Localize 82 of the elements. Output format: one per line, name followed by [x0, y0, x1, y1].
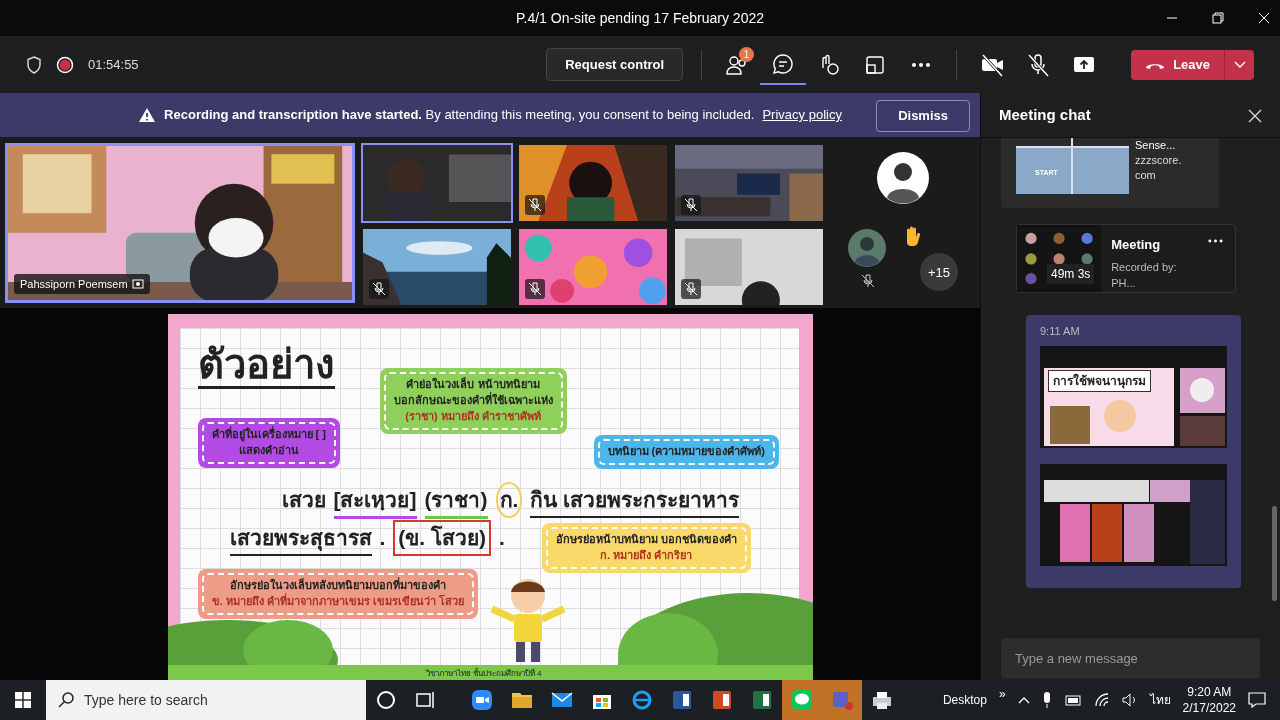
chat-icon — [772, 52, 795, 75]
slide-text: เสวย — [281, 487, 326, 513]
leave-button[interactable]: Leave — [1131, 49, 1224, 80]
request-control-button[interactable]: Request control — [546, 47, 684, 82]
callout-text: อักษรย่อในวงเล็บหลังบทนิยามบอกที่มาของคำ — [228, 578, 447, 593]
notification-icon[interactable] — [1248, 692, 1266, 708]
slide-footer: วิชาภาษาไทย ชั้นประถมศึกษาปีที่ 4 — [425, 670, 542, 678]
caret-icon — [1233, 60, 1246, 69]
close-icon — [1248, 108, 1262, 123]
avatar — [877, 152, 929, 205]
recording-card[interactable]: 49m 3s Meeting Recorded by: PH... — [1016, 224, 1236, 293]
window-icon — [864, 53, 887, 76]
count-badge: 1 — [739, 46, 755, 62]
slide-title: ตัวอย่าง — [197, 342, 335, 389]
meeting-timer: 01:54:55 — [88, 55, 139, 74]
muted-microphone-icon — [371, 281, 387, 298]
close-icon[interactable] — [1258, 12, 1270, 24]
warning-icon — [138, 107, 157, 124]
callout-text: อักษรย่อหน้าบทนิยาม บอกชนิดของคำ — [555, 532, 737, 547]
privacy-policy-link[interactable]: Privacy policy — [762, 105, 842, 125]
callout-text: คำที่อยู่ในเครื่องหมาย [ ] — [211, 427, 326, 443]
language-indicator[interactable]: ไทย — [1149, 691, 1171, 709]
link-domain: zzzscore.com — [1135, 152, 1183, 183]
callout-text: ก. หมายถึง คำกริยา — [598, 547, 694, 563]
muted-microphone-icon — [527, 197, 543, 214]
slide-text: เสวยพระสุธารส — [229, 522, 372, 556]
speaker-icon[interactable] — [1121, 693, 1138, 707]
leave-options-button[interactable] — [1224, 49, 1254, 80]
message-input[interactable]: Type a new message — [1001, 638, 1260, 678]
picture-caption: การใช้พจนานุกรม — [1048, 369, 1151, 392]
message-time: 9:11 AM — [1040, 324, 1081, 339]
chevron-up-icon[interactable] — [1017, 696, 1030, 704]
slide-text: ก. — [495, 482, 523, 518]
callout-text: บทนิยาม (ความหมายของคำศัพท์) — [607, 444, 765, 459]
messenger-app-button[interactable] — [782, 680, 822, 720]
avatar — [848, 229, 886, 268]
document-app-icon — [670, 688, 694, 712]
slide-text: . — [499, 525, 505, 551]
callout-text: บอกลักษณะของคำที่ใช้เฉพาะแห่ง — [393, 392, 553, 408]
windows-logo — [15, 692, 31, 708]
toolbar-expand-chevron[interactable]: » — [998, 685, 1006, 703]
callout-text: ข. หมายถึง คำที่มาจากภาษาเขมร เขมรเขียนว่า โสวย — [211, 593, 464, 609]
presentation-app-icon — [710, 688, 734, 712]
clock[interactable]: 9:20 AM 2/17/2022 — [1182, 683, 1236, 717]
panel-title: Meeting chat — [999, 104, 1091, 125]
more-icon — [910, 62, 933, 67]
callout-text: คำย่อในวงเล็บ หน้าบทนิยาม — [405, 377, 541, 392]
cortana-icon — [374, 688, 398, 712]
shield-icon — [26, 55, 42, 74]
callout-text: แสดงคำอ่าน — [237, 442, 300, 458]
link-title: Sense... — [1135, 138, 1177, 153]
recording-title: Meeting — [1111, 236, 1162, 254]
muted-microphone-icon — [527, 281, 543, 298]
muted-microphone-icon — [683, 281, 699, 298]
slide-text: (ข. โสวย) — [393, 520, 491, 556]
browser-icon — [630, 688, 654, 712]
slide-text: (ราชา) — [424, 484, 488, 519]
notice-text: Recording and transcription have started. By attending this meeting, you consent to being included. — [164, 106, 755, 125]
participant-name: Pahssiporn Poemsem — [20, 276, 128, 292]
microphone-off-icon — [1026, 52, 1051, 77]
duration-label: 49m 3s — [1047, 264, 1095, 284]
microphone-icon[interactable] — [1041, 692, 1052, 708]
recording-subtitle: Recorded by: PH... — [1111, 259, 1178, 291]
dismiss-button[interactable]: Dismiss — [876, 100, 970, 132]
callout-text: (ราชา) หมายถึง คำราชาศัพท์ — [404, 408, 542, 424]
muted-microphone-icon — [683, 197, 699, 214]
video-app-icon — [470, 688, 494, 712]
video-camera-off-icon — [980, 52, 1005, 77]
pin-icon — [131, 278, 144, 291]
restore-icon[interactable] — [1212, 12, 1224, 24]
battery-icon[interactable] — [1063, 694, 1082, 706]
wifi-icon[interactable] — [1093, 693, 1110, 707]
messenger-app-icon — [790, 688, 814, 712]
overflow-count[interactable]: +15 — [920, 253, 958, 292]
slide-text: [สะเหฺวย] — [333, 484, 417, 519]
desktop-toolbar-label[interactable]: Desktop — [942, 691, 987, 709]
slide-text: . — [379, 525, 386, 551]
slide-text: กิน เสวยพระกระยาหาร — [530, 484, 740, 518]
spreadsheet-app-icon — [750, 688, 774, 712]
more-icon[interactable] — [1208, 239, 1223, 243]
search-field[interactable]: Type here to search — [46, 680, 366, 720]
window-title: P.4/1 On-site pending 17 February 2022 — [516, 8, 764, 28]
